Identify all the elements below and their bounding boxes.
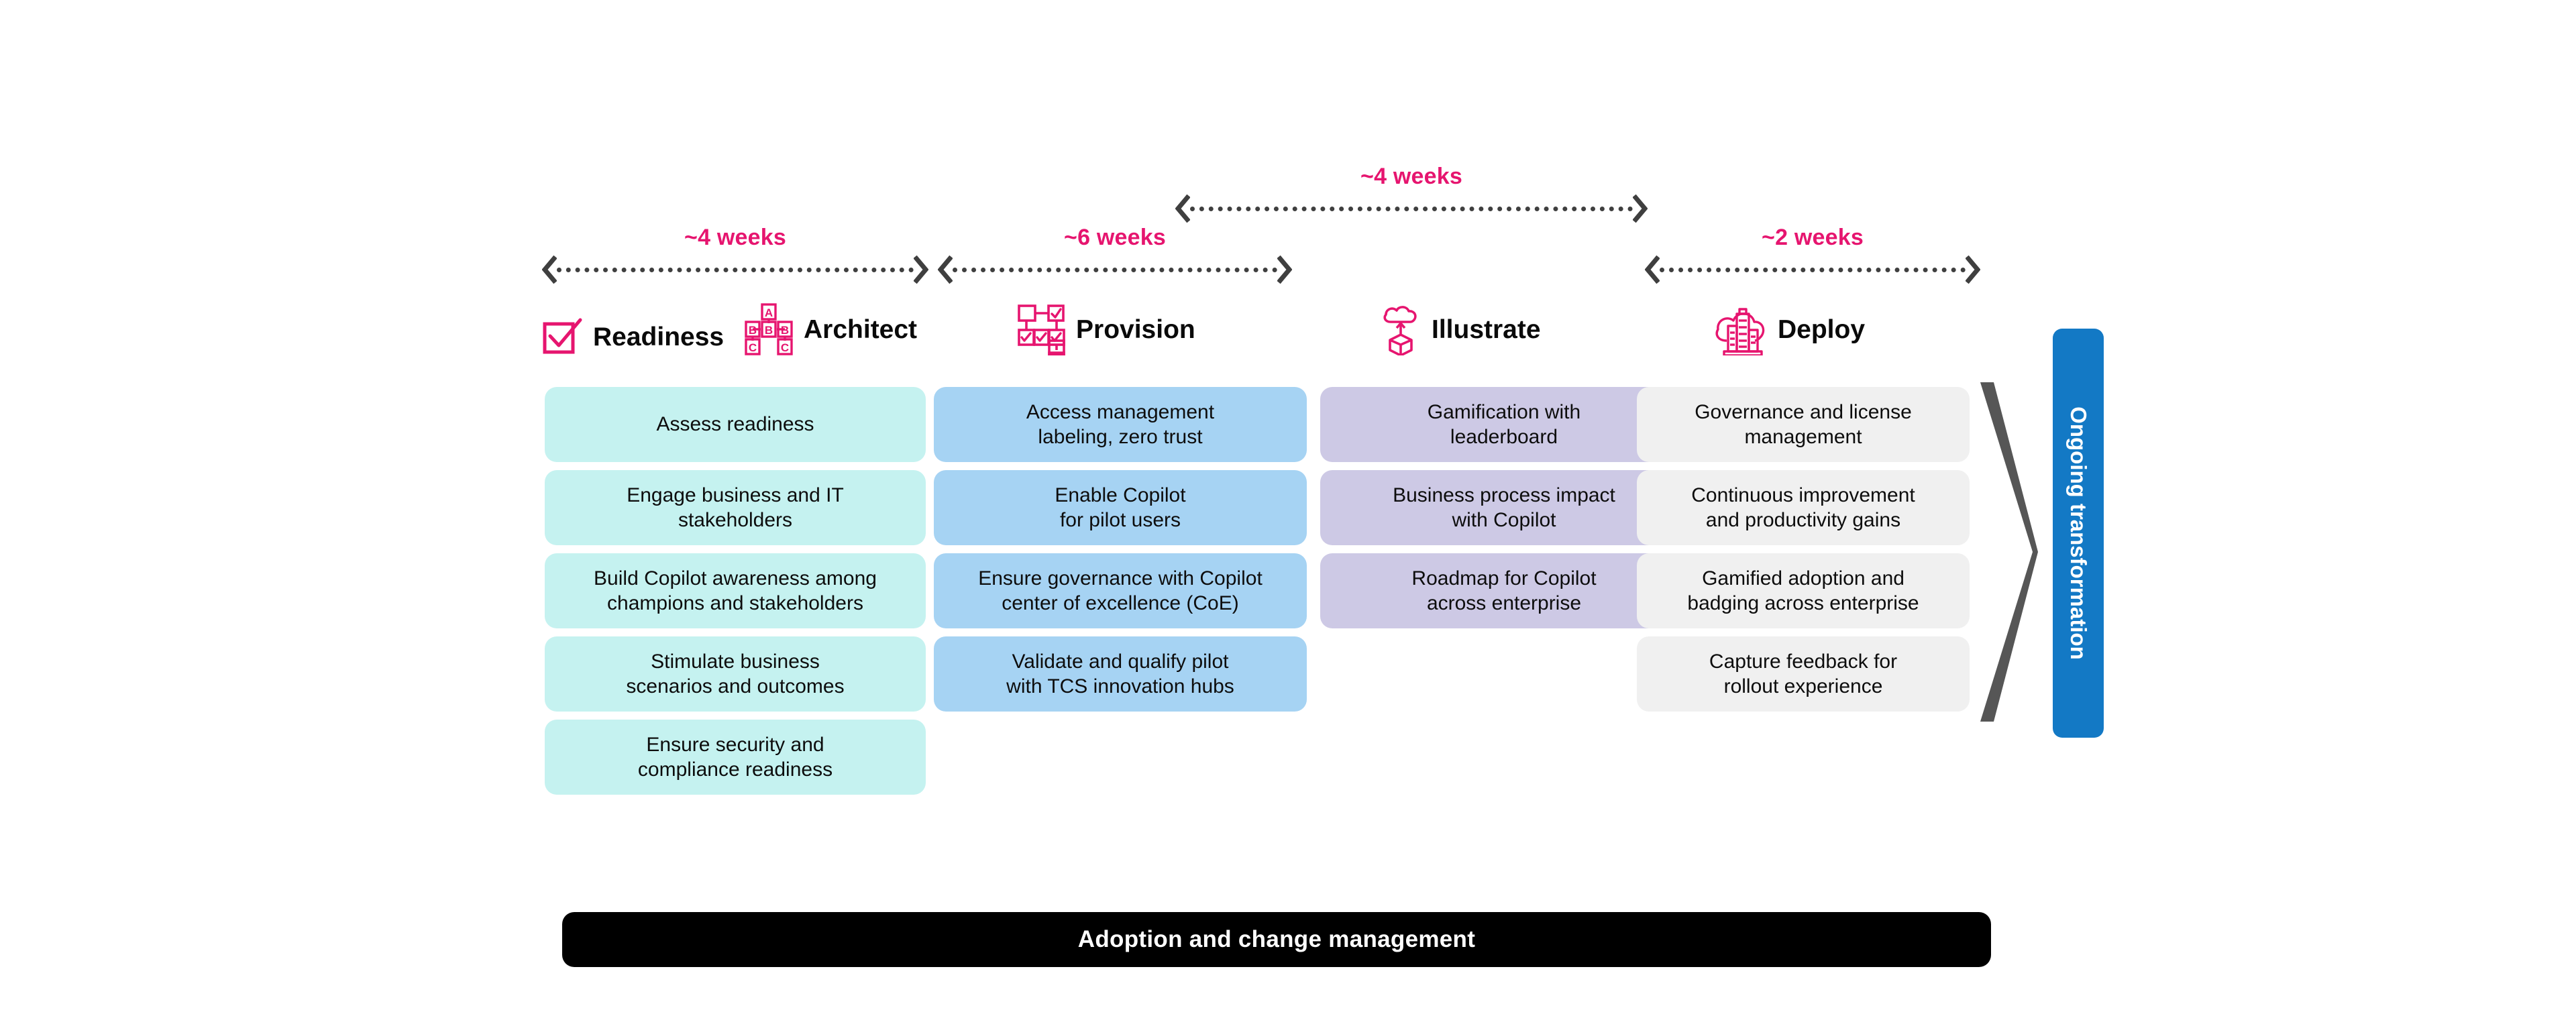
ongoing-transformation-label: Ongoing transformation	[2066, 406, 2091, 660]
svg-text:B: B	[749, 324, 757, 337]
slide-canvas: ~4 weeks ~4 weeks ~6 weeks ~2 weeks Read…	[0, 0, 2576, 1014]
forward-chevron-icon	[1980, 382, 2038, 722]
duration-label: ~4 weeks	[1360, 164, 1462, 189]
phase-title: Provision	[1076, 315, 1195, 344]
phase-header-illustrate[interactable]: Illustrate	[1381, 303, 1541, 355]
card-item[interactable]: Ensure security and compliance readiness	[545, 720, 926, 795]
duration-band-4-weeks-readiness: ~4 weeks	[542, 226, 928, 284]
chevron-right-icon	[914, 255, 928, 284]
card-item[interactable]: Validate and qualify pilot with TCS innov…	[934, 636, 1307, 712]
duration-band-2-weeks-deploy: ~2 weeks	[1645, 226, 1980, 284]
card-item[interactable]: Assess readiness	[545, 387, 926, 462]
card-item[interactable]: Governance and license management	[1637, 387, 1970, 462]
card-column-provision: Access management labeling, zero trust En…	[934, 387, 1307, 712]
card-item[interactable]: Gamification with leaderboard	[1320, 387, 1688, 462]
card-item[interactable]: Stimulate business scenarios and outcomes	[545, 636, 926, 712]
duration-band-6-weeks-provision: ~6 weeks	[938, 226, 1292, 284]
chevron-left-icon	[1645, 255, 1660, 284]
duration-band-4-weeks-top: ~4 weeks	[1175, 165, 1648, 223]
svg-text:B: B	[765, 324, 773, 337]
phase-header-deploy[interactable]: Deploy	[1712, 303, 1865, 355]
svg-text:C: C	[749, 341, 757, 354]
duration-label: ~4 weeks	[684, 225, 786, 250]
card-column-deploy: Governance and license management Continu…	[1637, 387, 1970, 712]
chevron-left-icon	[938, 255, 953, 284]
adoption-change-management-bar[interactable]: Adoption and change management	[562, 912, 1991, 967]
phase-header-readiness[interactable]: Readiness	[542, 311, 724, 363]
org-chart-abc-icon: A B B B C C	[745, 303, 793, 355]
dotted-line	[557, 267, 914, 272]
card-item[interactable]: Gamified adoption and badging across ente…	[1637, 553, 1970, 628]
adoption-change-management-label: Adoption and change management	[1077, 926, 1476, 952]
phase-header-architect[interactable]: A B B B C C Architect	[743, 303, 917, 355]
svg-text:C: C	[781, 341, 789, 354]
phase-header-provision[interactable]: Provision	[1017, 303, 1195, 355]
cloud-upload-cube-icon	[1383, 306, 1417, 355]
chevron-right-icon	[1277, 255, 1292, 284]
duration-arrow	[1175, 194, 1648, 223]
duration-arrow	[1645, 255, 1980, 284]
chevron-left-icon	[542, 255, 557, 284]
card-item[interactable]: Enable Copilot for pilot users	[934, 470, 1307, 545]
phase-title: Illustrate	[1432, 315, 1541, 344]
card-item[interactable]: Continuous improvement and productivity g…	[1637, 470, 1970, 545]
dotted-line	[1190, 206, 1633, 211]
phase-title: Readiness	[593, 322, 724, 351]
card-item[interactable]: Engage business and IT stakeholders	[545, 470, 926, 545]
duration-arrow	[542, 255, 928, 284]
card-item[interactable]: Capture feedback for rollout experience	[1637, 636, 1970, 712]
svg-text:A: A	[765, 306, 773, 319]
card-item[interactable]: Roadmap for Copilot across enterprise	[1320, 553, 1688, 628]
phase-title: Deploy	[1778, 315, 1866, 344]
card-item[interactable]: Access management labeling, zero trust	[934, 387, 1307, 462]
cloud-buildings-icon	[1715, 308, 1765, 355]
card-item[interactable]: Build Copilot awareness among champions a…	[545, 553, 926, 628]
checkbox-check-icon	[543, 318, 582, 354]
checklist-nodes-icon	[1018, 304, 1065, 355]
card-item[interactable]: Ensure governance with Copilot center of …	[934, 553, 1307, 628]
duration-arrow	[938, 255, 1292, 284]
svg-text:B: B	[781, 324, 789, 337]
dotted-line	[1660, 267, 1966, 272]
card-column-readiness: Assess readiness Engage business and IT s…	[545, 387, 926, 795]
dotted-line	[953, 267, 1277, 272]
chevron-right-icon	[1633, 194, 1648, 223]
phase-title: Architect	[804, 315, 918, 344]
ongoing-transformation-bar[interactable]: Ongoing transformation	[2053, 329, 2104, 738]
card-item[interactable]: Business process impact with Copilot	[1320, 470, 1688, 545]
duration-label: ~2 weeks	[1762, 225, 1864, 250]
duration-label: ~6 weeks	[1064, 225, 1166, 250]
card-column-illustrate: Gamification with leaderboard Business pr…	[1320, 387, 1688, 628]
chevron-left-icon	[1175, 194, 1190, 223]
chevron-right-icon	[1966, 255, 1980, 284]
